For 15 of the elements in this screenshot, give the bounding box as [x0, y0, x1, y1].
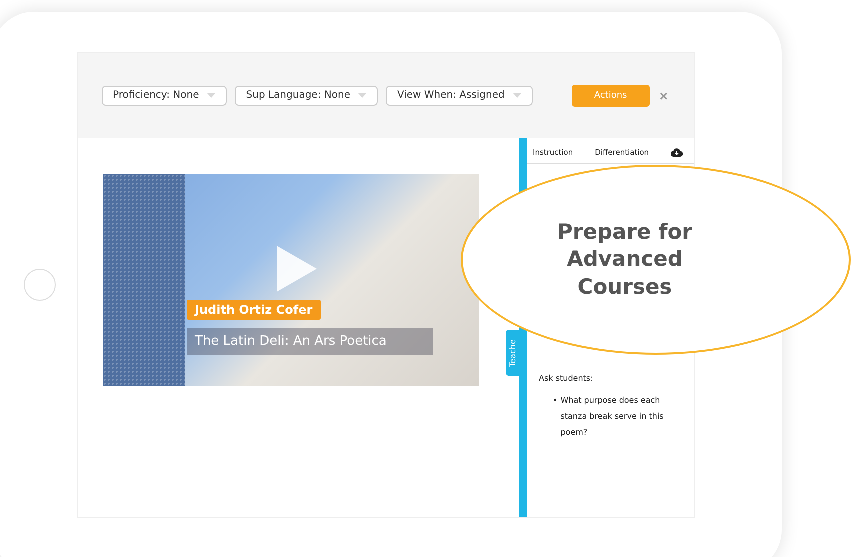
video-title: The Latin Deli: An Ars Poetica — [187, 328, 433, 355]
caret-icon — [512, 93, 522, 98]
home-button[interactable] — [24, 269, 56, 301]
caret-icon — [358, 93, 368, 98]
filter-dropdown[interactable]: View When: Assigned — [386, 86, 533, 106]
filter-dropdown[interactable]: Proficiency: None — [102, 86, 228, 106]
cloud-download-icon[interactable] — [671, 148, 684, 157]
caret-icon — [207, 93, 216, 98]
author-badge: Judith Ortiz Cofer — [187, 300, 321, 320]
filter-dropdown[interactable]: Sup Language: None — [235, 86, 378, 106]
play-icon[interactable] — [277, 246, 317, 292]
prompt-text: Ask students: — [539, 374, 594, 383]
callout-text: Prepare for Advanced Courses — [556, 219, 694, 301]
question-item: What purpose does each stanza break serve in this poem? — [560, 395, 665, 439]
bullet-marker: • — [553, 395, 558, 407]
